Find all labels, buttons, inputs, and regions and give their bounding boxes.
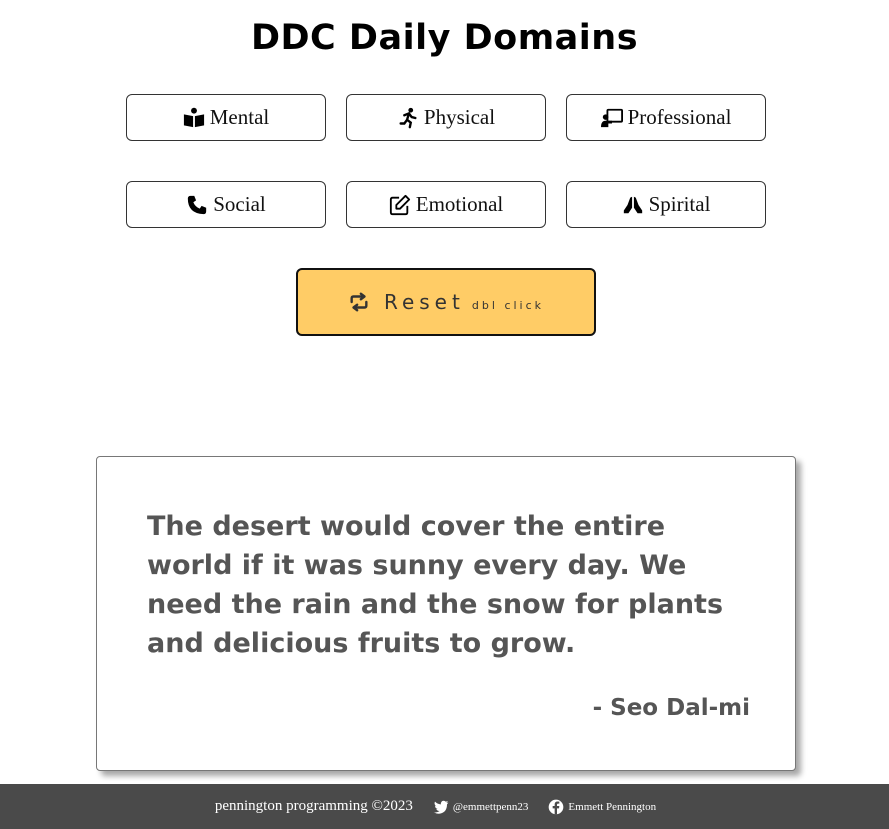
reset-label: Reset — [383, 290, 465, 314]
praying-hands-icon — [622, 194, 644, 216]
emotional-button[interactable]: Emotional — [346, 181, 546, 228]
social-button[interactable]: Social — [126, 181, 326, 228]
physical-label: Physical — [423, 105, 496, 129]
running-icon — [397, 107, 419, 129]
facebook-link[interactable]: Emmett Pennington — [548, 799, 656, 815]
quote-card: The desert would cover the entire world … — [96, 456, 796, 771]
page-title: DDC Daily Domains — [250, 18, 639, 58]
reset-hint: dbl click — [471, 299, 545, 312]
phone-icon — [186, 194, 208, 216]
mental-button[interactable]: Mental — [126, 94, 326, 141]
professional-label: Professional — [627, 105, 732, 129]
twitter-icon — [433, 799, 449, 815]
footer: pennington programming ©2023 @emmettpenn… — [0, 784, 889, 829]
edit-icon — [389, 194, 411, 216]
physical-button[interactable]: Physical — [346, 94, 546, 141]
mental-label: Mental — [209, 105, 270, 129]
quote-text: The desert would cover the entire world … — [147, 511, 724, 659]
facebook-icon — [548, 799, 564, 815]
twitter-handle: @emmettpenn23 — [452, 800, 529, 813]
social-label: Social — [213, 192, 266, 216]
quote-author: - Seo Dal-mi — [592, 695, 750, 721]
copyright-text: pennington programming ©2023 — [214, 798, 413, 814]
domain-grid: Mental Physical Professional Social Emot… — [126, 94, 766, 228]
professional-button[interactable]: Professional — [566, 94, 766, 141]
twitter-link[interactable]: @emmettpenn23 — [433, 799, 529, 815]
chalkboard-teacher-icon — [600, 107, 623, 129]
retweet-icon — [348, 291, 370, 313]
facebook-name: Emmett Pennington — [568, 800, 657, 813]
emotional-label: Emotional — [415, 192, 504, 216]
spirital-label: Spirital — [648, 192, 711, 216]
reset-button[interactable]: Reset dbl click — [296, 268, 596, 336]
spirital-button[interactable]: Spirital — [566, 181, 766, 228]
book-reader-icon — [183, 107, 205, 129]
